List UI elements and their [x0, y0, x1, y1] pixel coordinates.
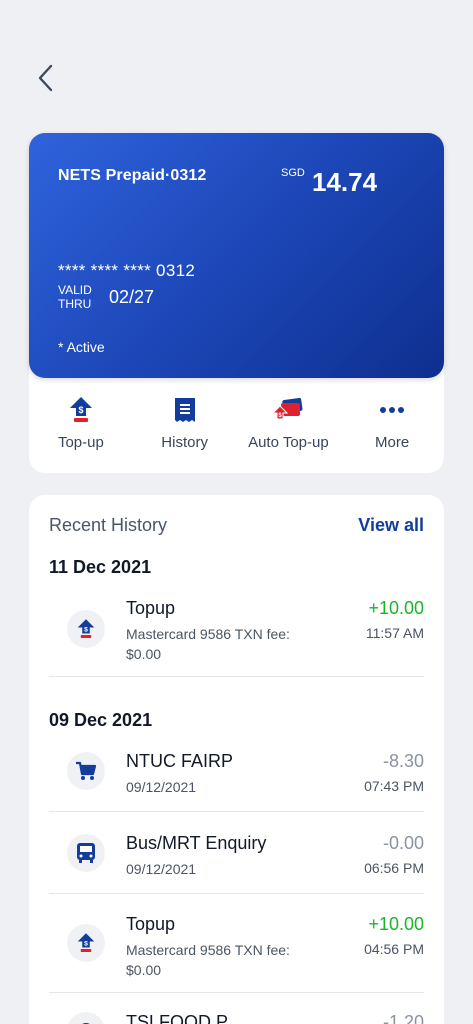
history-button[interactable]: History	[133, 395, 237, 455]
topup-icon: $	[69, 395, 93, 425]
card-panel: NETS Prepaid·0312 SGD 14.74 **** **** **…	[29, 133, 444, 473]
cart-icon	[67, 752, 105, 790]
topup-label: Top-up	[57, 434, 104, 451]
topup-button[interactable]: $ Top-up	[29, 395, 133, 455]
transaction-detail: Mastercard 9586 TXN fee: $0.00	[126, 626, 290, 662]
history-icon	[174, 395, 196, 425]
view-all-link[interactable]: View all	[358, 515, 424, 536]
svg-text:$: $	[78, 405, 83, 415]
recent-history-title: Recent History	[49, 515, 168, 535]
transaction-title: Topup	[126, 598, 176, 618]
transaction-detail: Mastercard 9586 TXN fee: $0.00	[126, 942, 290, 978]
card-currency: SGD	[281, 167, 305, 179]
date-header: 11 Dec 2021	[49, 557, 152, 577]
card-number: **** **** **** 0312	[58, 261, 196, 280]
chevron-left-icon	[38, 64, 53, 92]
transaction-row[interactable]: Bus/MRT Enquiry 09/12/2021 -0.00 06:56 P…	[49, 833, 424, 877]
card-name: NETS Prepaid·0312	[58, 167, 207, 184]
transaction-row[interactable]: $ Topup Mastercard 9586 TXN fee: $0.00 +…	[49, 598, 424, 662]
auto-topup-icon: $	[272, 395, 304, 425]
divider	[49, 893, 424, 894]
more-label: More	[375, 434, 410, 451]
transaction-amount: -0.00	[382, 833, 424, 853]
more-icon	[379, 395, 405, 425]
prepaid-card[interactable]: NETS Prepaid·0312 SGD 14.74 **** **** **…	[29, 133, 444, 378]
transaction-title: NTUC FAIRP	[126, 751, 234, 771]
transaction-title: Bus/MRT Enquiry	[126, 833, 267, 853]
history-label: History	[161, 434, 208, 451]
transaction-amount: -1.20	[382, 1012, 424, 1024]
transaction-amount: +10.00	[368, 598, 424, 618]
topup-icon: $	[67, 924, 105, 962]
card-status: * Active	[58, 339, 105, 355]
transaction-amount: -8.30	[382, 751, 424, 771]
auto-topup-label: Auto Top-up	[248, 434, 329, 451]
transaction-detail: 09/12/2021	[126, 861, 197, 877]
transaction-time: 11:57 AM	[365, 625, 424, 641]
transaction-time: 04:56 PM	[364, 941, 424, 957]
transaction-amount: +10.00	[368, 914, 424, 934]
card-balance: 14.74	[312, 167, 378, 197]
divider	[49, 992, 424, 993]
divider	[49, 676, 424, 677]
back-button[interactable]	[28, 60, 62, 96]
more-button[interactable]: More	[340, 395, 444, 455]
transaction-detail: 09/12/2021	[126, 779, 197, 795]
svg-text:$: $	[84, 626, 88, 633]
auto-topup-button[interactable]: $ Auto Top-up	[237, 395, 341, 455]
topup-icon: $	[67, 610, 105, 648]
valid-thru-label: VALID THRU	[58, 283, 92, 311]
card-expiry: 02/27	[109, 287, 155, 307]
transaction-time: 07:43 PM	[364, 778, 424, 794]
svg-text:$: $	[84, 940, 88, 947]
transaction-row[interactable]: $ Topup Mastercard 9586 TXN fee: $0.00 +…	[49, 914, 424, 978]
transaction-title: Topup	[126, 914, 176, 934]
recent-history-panel: Recent History View all 11 Dec 2021 $ To…	[29, 495, 444, 1024]
transaction-row[interactable]: TSLFOOD P -1.20	[49, 1012, 424, 1024]
bus-icon	[67, 834, 105, 872]
transaction-title: TSLFOOD P	[126, 1012, 229, 1024]
food-icon	[67, 1012, 105, 1024]
date-header: 09 Dec 2021	[49, 710, 153, 730]
transaction-row[interactable]: NTUC FAIRP 09/12/2021 -8.30 07:43 PM	[49, 751, 424, 795]
transaction-time: 06:56 PM	[364, 860, 424, 876]
divider	[49, 811, 424, 812]
card-actions: $ Top-up History $ Auto Top-up More	[29, 395, 444, 455]
